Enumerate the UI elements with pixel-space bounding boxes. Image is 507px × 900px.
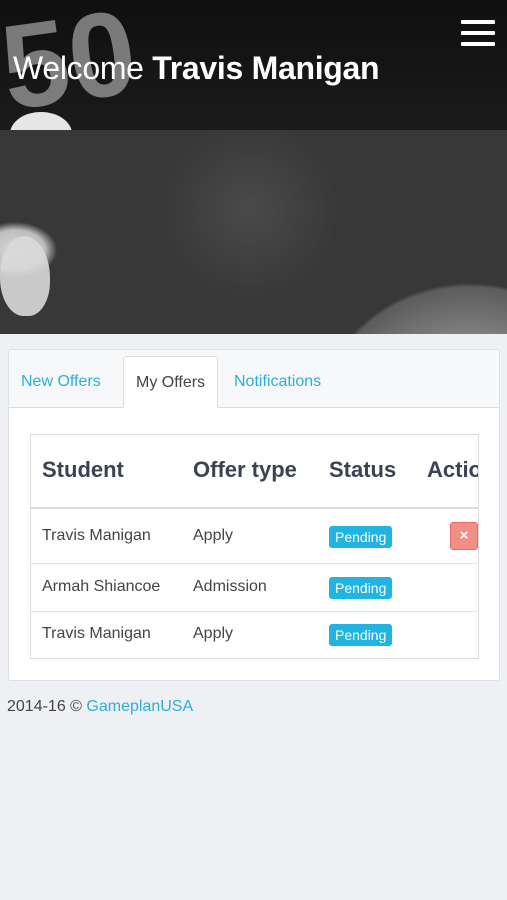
user-name: Travis Manigan	[152, 50, 380, 86]
header-bar: 50 Welcome Travis Manigan	[0, 0, 507, 130]
column-header-status: Status	[329, 457, 397, 482]
status-badge: Pending	[329, 577, 393, 599]
welcome-title: Welcome Travis Manigan	[13, 50, 380, 87]
offers-table: Student Offer type Status Actio Travis M…	[30, 434, 479, 659]
hero-light-shape-lower	[0, 236, 50, 316]
cell-student: Travis Manigan	[42, 527, 151, 544]
cell-offer-type: Admission	[193, 578, 267, 595]
tab-my-offers[interactable]: My Offers	[123, 356, 219, 408]
column-header-offer-type: Offer type	[193, 457, 297, 482]
hero-photo	[0, 130, 507, 334]
table-header-divider	[31, 507, 478, 509]
delete-offer-button[interactable]: ×	[450, 522, 478, 550]
row-divider	[31, 611, 478, 612]
row-divider	[31, 563, 478, 564]
footer-link-gameplanusa[interactable]: GameplanUSA	[86, 698, 193, 715]
cell-student: Travis Manigan	[42, 625, 151, 642]
cell-student: Armah Shiancoe	[42, 578, 161, 595]
tab-bar: New Offers My Offers Notifications	[9, 350, 499, 408]
cell-offer-type: Apply	[193, 527, 234, 544]
offers-panel: New Offers My Offers Notifications Stude…	[8, 349, 500, 681]
welcome-prefix: Welcome	[13, 50, 144, 86]
footer-copyright: 2014-16 ©	[7, 698, 82, 715]
footer: 2014-16 © GameplanUSA	[7, 698, 193, 716]
hero-banner: 50 Welcome Travis Manigan	[0, 0, 507, 334]
hamburger-menu-icon[interactable]	[461, 20, 495, 48]
status-badge: Pending	[329, 526, 393, 548]
column-header-action: Actio	[427, 457, 479, 482]
column-header-student: Student	[42, 457, 124, 482]
tab-new-offers[interactable]: New Offers	[9, 356, 113, 408]
tab-notifications[interactable]: Notifications	[222, 356, 333, 408]
status-badge: Pending	[329, 624, 393, 646]
cell-offer-type: Apply	[193, 625, 234, 642]
